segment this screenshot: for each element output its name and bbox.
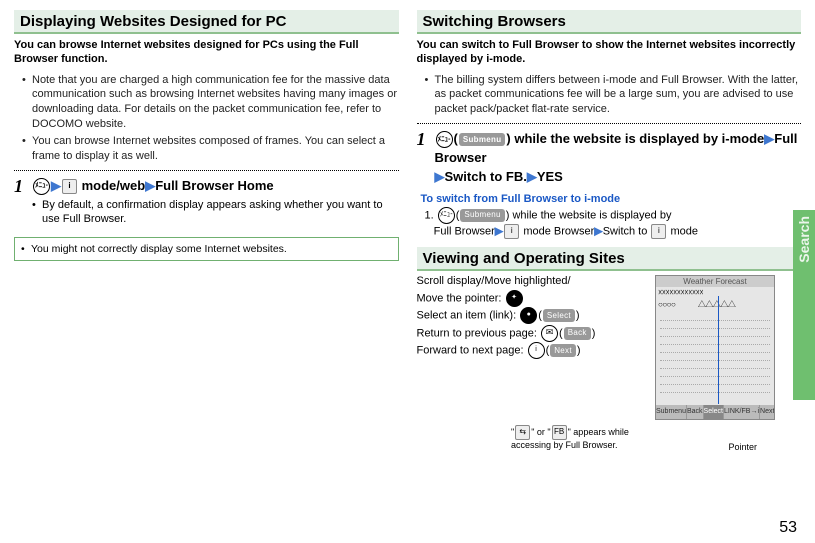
- shot-title: Weather Forecast: [656, 276, 774, 287]
- submenu-pill: Submenu: [460, 209, 504, 222]
- arrow-icon: ▶: [145, 178, 155, 193]
- left-step-seg1: mode/web: [78, 178, 145, 193]
- right-lead: You can switch to Full Browser to show t…: [417, 38, 802, 67]
- left-lead: You can browse Internet websites designe…: [14, 38, 399, 67]
- softkey-next[interactable]: Next: [760, 405, 775, 419]
- heading-viewing: Viewing and Operating Sites: [417, 247, 802, 271]
- softkey-back[interactable]: Back: [687, 405, 704, 419]
- imode-icon: i: [62, 179, 77, 194]
- menu-button-icon[interactable]: ﾒﾆｭ-: [436, 131, 453, 148]
- left-bullet-1: Note that you are charged a high communi…: [22, 73, 399, 132]
- sub-txt2a: Full Browser: [434, 225, 495, 237]
- left-bullet-2: You can browse Internet websites compose…: [22, 134, 399, 164]
- softkey-link[interactable]: LINK/FB→i: [724, 405, 760, 419]
- imode-icon: i: [504, 224, 519, 239]
- softkey-select[interactable]: Select: [704, 405, 724, 419]
- phone-screenshot: Weather Forecast ☓☓☓☓☓☓☓☓☓☓☓☓ ○○○○ △△△△△…: [655, 275, 775, 420]
- sub-procedure-heading: To switch from Full Browser to i-mode: [421, 193, 802, 205]
- view-l5: Forward to next page:: [417, 345, 527, 357]
- columns: Displaying Websites Designed for PC You …: [14, 10, 801, 453]
- arrow-icon: ▶: [51, 178, 61, 193]
- paren-open: (: [454, 131, 458, 146]
- left-step: 1 ﾒﾆｭ-▶i mode/web▶Full Browser Home: [14, 177, 399, 196]
- page-number: 53: [779, 519, 797, 537]
- view-l3: Select an item (link):: [417, 310, 520, 322]
- ol-num: 1.: [425, 209, 437, 221]
- side-tab-label: Search: [796, 216, 812, 263]
- sub-txt1: ) while the website is displayed by: [506, 209, 672, 221]
- right-column: Switching Browsers You can switch to Ful…: [417, 10, 802, 453]
- arrow-icon: ▶: [594, 225, 602, 237]
- side-tab: Search: [793, 210, 815, 400]
- view-l4: Return to previous page:: [417, 327, 541, 339]
- fb-alt-icon: FB: [552, 425, 567, 440]
- page: Displaying Websites Designed for PC You …: [0, 0, 815, 543]
- heading-switching: Switching Browsers: [417, 10, 802, 34]
- step-number: 1: [14, 177, 26, 195]
- softkey-submenu[interactable]: Submenu: [656, 405, 687, 419]
- shot-symbols-2: ○○○○ △△△△△: [656, 298, 774, 311]
- submenu-pill: Submenu: [459, 133, 506, 146]
- shot-rows: [656, 311, 774, 395]
- shot-symbols-1: ☓☓☓☓☓☓☓☓☓☓☓☓: [656, 287, 774, 298]
- right-step-l1b: ) while the website is displayed by i-mo…: [506, 131, 764, 146]
- dpad-icon[interactable]: ✦: [506, 290, 523, 307]
- view-l2: Move the pointer:: [417, 292, 505, 304]
- divider: [417, 123, 802, 124]
- right-step-text: ﾒﾆｭ-(Submenu) while the website is displ…: [435, 130, 802, 187]
- sub-txt2d: mode: [667, 225, 698, 237]
- left-bullets: Note that you are charged a high communi…: [14, 73, 399, 164]
- step-number: 1: [417, 130, 429, 148]
- pointer-line: [718, 296, 719, 404]
- arrow-icon: ▶: [764, 131, 774, 146]
- caption-pointer: Pointer: [728, 442, 757, 453]
- viewing-block: Scroll display/Move highlighted/ Move th…: [417, 273, 802, 453]
- next-pill: Next: [550, 344, 576, 357]
- arrow-icon: ▶: [527, 169, 537, 184]
- viewing-lines: Scroll display/Move highlighted/ Move th…: [417, 273, 647, 360]
- sub-txt2c: Switch to: [603, 225, 651, 237]
- sub-procedure: 1. ﾒﾆｭ-(Submenu) while the website is di…: [425, 207, 802, 239]
- center-button-icon[interactable]: ●: [520, 307, 537, 324]
- arrow-icon: ▶: [495, 225, 503, 237]
- arrow-icon: ▶: [435, 169, 445, 184]
- right-bullets: The billing system differs between i-mod…: [417, 73, 802, 118]
- left-framed-note-text: You might not correctly display some Int…: [21, 242, 392, 256]
- imode-icon: i: [651, 224, 666, 239]
- view-l1: Scroll display/Move highlighted/: [417, 275, 571, 287]
- shot-softkeys: Submenu Back Select LINK/FB→i Next: [656, 405, 774, 419]
- right-step-l2a: Switch to FB.: [445, 169, 527, 184]
- left-step-text: ﾒﾆｭ-▶i mode/web▶Full Browser Home: [32, 177, 274, 196]
- right-bullet-1: The billing system differs between i-mod…: [425, 73, 802, 118]
- back-pill: Back: [564, 327, 591, 340]
- right-step-l2b: YES: [537, 169, 563, 184]
- menu-button-icon[interactable]: ﾒﾆｭ-: [33, 178, 50, 195]
- fb-icon: ⇆: [515, 425, 530, 440]
- left-column: Displaying Websites Designed for PC You …: [14, 10, 399, 453]
- heading-displaying: Displaying Websites Designed for PC: [14, 10, 399, 34]
- menu-button-icon[interactable]: ﾒﾆｭ-: [438, 207, 455, 224]
- caption-icons: "⇆" or "FB" appears while accessing by F…: [511, 425, 651, 451]
- left-step-seg2: Full Browser Home: [155, 178, 273, 193]
- mail-button-icon[interactable]: ✉: [541, 325, 558, 342]
- imode-button-icon[interactable]: i: [528, 342, 545, 359]
- divider: [14, 170, 399, 171]
- left-step-note: By default, a confirmation display appea…: [32, 198, 399, 228]
- right-step: 1 ﾒﾆｭ-(Submenu) while the website is dis…: [417, 130, 802, 187]
- left-framed-note: You might not correctly display some Int…: [14, 237, 399, 261]
- sub-txt2b: mode Browser: [520, 225, 594, 237]
- select-pill: Select: [543, 309, 575, 322]
